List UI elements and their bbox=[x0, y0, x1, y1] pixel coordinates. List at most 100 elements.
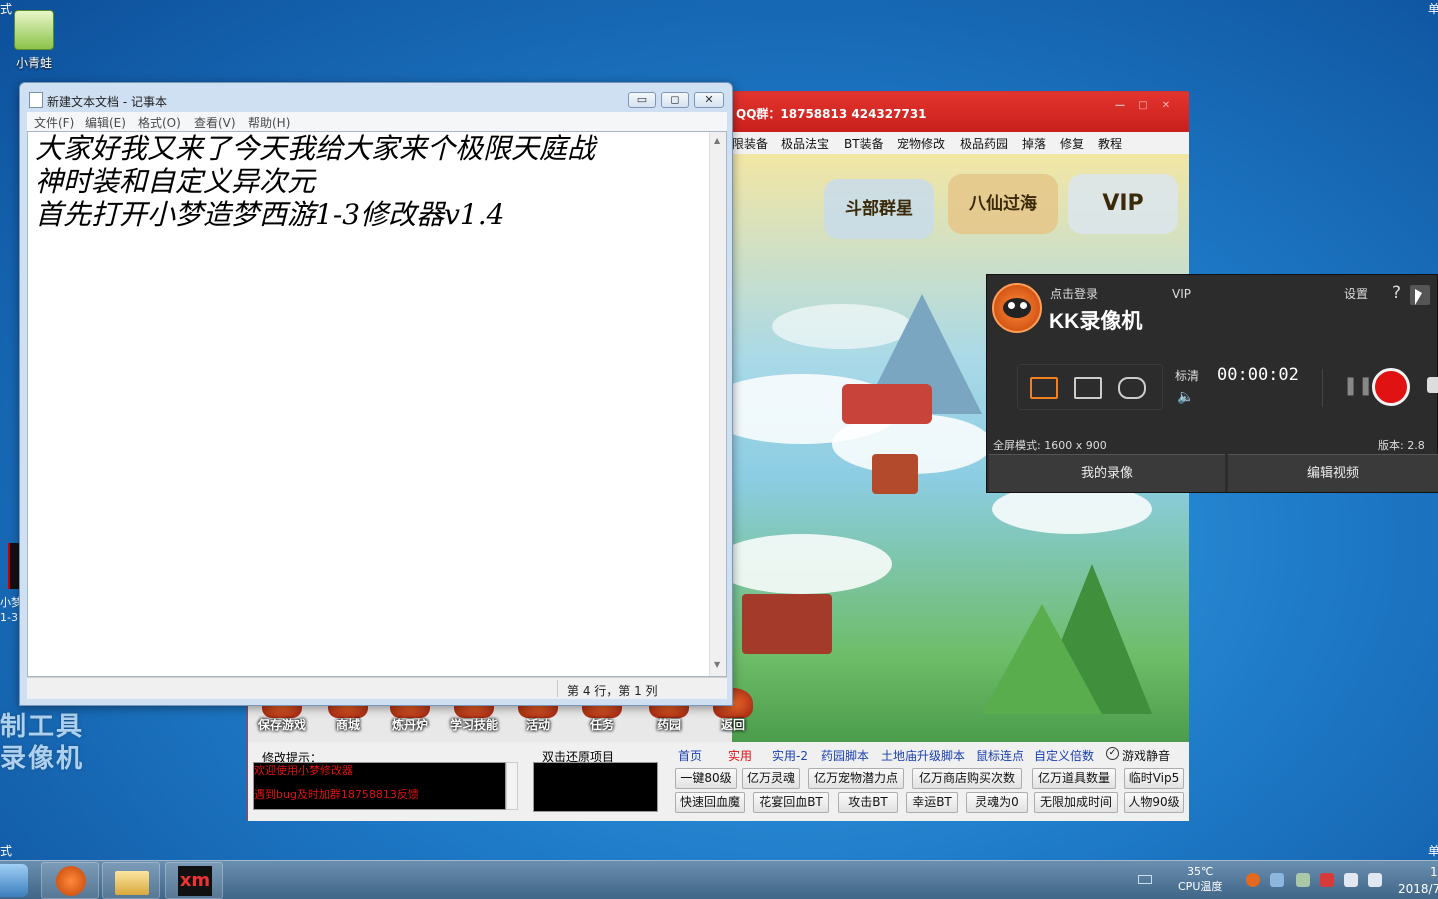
taskbar-explorer[interactable] bbox=[102, 862, 160, 899]
game-menu-item[interactable]: 限装备 bbox=[732, 135, 768, 152]
menu-format[interactable]: 格式(O) bbox=[138, 114, 181, 131]
game-minimize-button[interactable]: — bbox=[1111, 100, 1129, 112]
btn-souls[interactable]: 亿万灵魂 bbox=[742, 768, 800, 789]
btn-pet-potential[interactable]: 亿万宠物潜力点 bbox=[808, 768, 904, 789]
tip-line: 遇到bug及时加群18758813反馈 bbox=[254, 788, 419, 801]
btn-level80[interactable]: 一键80级 bbox=[675, 768, 737, 789]
btn-attack-bt[interactable]: 攻击BT bbox=[838, 792, 898, 813]
keyboard-icon[interactable] bbox=[1138, 875, 1152, 884]
btn-soul-zero[interactable]: 灵魂为0 bbox=[966, 792, 1028, 813]
notepad-window[interactable]: 新建文本文档 - 记事本 ▭ ◻ ✕ 文件(F) 编辑(E) 格式(O) 查看(… bbox=[19, 82, 733, 706]
game-close-button[interactable]: ✕ bbox=[1157, 100, 1175, 112]
btn-temp-vip[interactable]: 临时Vip5 bbox=[1124, 768, 1184, 789]
scroll-up-icon[interactable]: ▲ bbox=[714, 136, 720, 145]
region-mode-icon[interactable] bbox=[1074, 377, 1102, 399]
my-videos-button[interactable]: 我的录像 bbox=[989, 454, 1225, 492]
game-menu-item[interactable]: BT装备 bbox=[844, 135, 884, 152]
tab-practical-2[interactable]: 实用-2 bbox=[772, 747, 808, 764]
start-button[interactable] bbox=[0, 864, 28, 897]
kk-settings-link[interactable]: 设置 bbox=[1344, 285, 1368, 302]
screenshot-camera-icon[interactable] bbox=[1427, 377, 1438, 393]
art-icon-baxian[interactable]: 八仙过海 bbox=[948, 174, 1058, 234]
tab-practical[interactable]: 实用 bbox=[728, 747, 752, 764]
btn-feast-heal[interactable]: 花宴回血BT bbox=[753, 792, 829, 813]
menu-help[interactable]: 帮助(H) bbox=[248, 114, 290, 131]
kk-quality-select[interactable]: 标清 bbox=[1175, 367, 1199, 384]
kk-recorder-app-icon bbox=[56, 866, 86, 896]
game-menu-item[interactable]: 极品药园 bbox=[960, 135, 1008, 152]
tab-autoclick[interactable]: 鼠标连点 bbox=[976, 747, 1024, 764]
art-icon-vip[interactable]: VIP bbox=[1068, 174, 1178, 234]
mute-label: 游戏静音 bbox=[1122, 749, 1171, 763]
pen-tray-icon[interactable] bbox=[1270, 873, 1284, 887]
desktop-icon-label: 小青蛙 bbox=[15, 56, 52, 70]
cursor-position: 第 4 行，第 1 列 bbox=[567, 684, 658, 698]
mute-checkbox[interactable]: ✓ bbox=[1106, 747, 1119, 760]
modifier-panel: 修改提示： 欢迎使用小梦修改器 遇到bug及时加群18758813反馈 双击还原… bbox=[248, 742, 1189, 821]
btn-item-count[interactable]: 亿万道具数量 bbox=[1032, 768, 1116, 789]
game-maximize-button[interactable]: □ bbox=[1134, 100, 1152, 112]
kk-version: 版本: 2.8 bbox=[1378, 439, 1425, 452]
maximize-button[interactable]: ◻ bbox=[661, 92, 689, 108]
volume-icon[interactable]: 🔈 bbox=[1177, 389, 1194, 405]
game-menu-bar: 限装备 极品法宝 BT装备 宠物修改 极品药园 掉落 修复 教程 bbox=[732, 132, 1189, 154]
people-tray-icon[interactable] bbox=[1296, 873, 1310, 887]
network-tray-icon[interactable] bbox=[1344, 873, 1358, 887]
tab-temple-script[interactable]: 土地庙升级脚本 bbox=[881, 747, 965, 764]
kk-mode-info: 全屏模式: 1600 x 900 bbox=[993, 439, 1107, 452]
btn-infinite-bonus[interactable]: 无限加成时间 bbox=[1034, 792, 1118, 813]
tab-custom-multiplier[interactable]: 自定义倍数 bbox=[1034, 747, 1094, 764]
notepad-title: 新建文本文档 - 记事本 bbox=[47, 95, 167, 109]
game-menu-item[interactable]: 宠物修改 bbox=[897, 135, 945, 152]
kk-recorder-window[interactable]: 点击登录 VIP 设置 ? KK录像机 标清 🔈 00:00:02 ❚❚ 全屏模… bbox=[986, 274, 1438, 493]
cpu-temp-value: 35℃ bbox=[1187, 865, 1214, 878]
minimize-button[interactable]: ▭ bbox=[628, 92, 656, 108]
pause-icon[interactable]: ❚❚ bbox=[1343, 375, 1373, 396]
kk-login-link[interactable]: 点击登录 bbox=[1050, 285, 1098, 302]
game-menu-item[interactable]: 极品法宝 bbox=[781, 135, 829, 152]
game-btn-label: 活动 bbox=[525, 718, 550, 732]
kk-vip-link[interactable]: VIP bbox=[1172, 287, 1191, 301]
fullscreen-mode-icon[interactable] bbox=[1030, 377, 1058, 399]
kk-help-button[interactable]: ? bbox=[1392, 283, 1401, 303]
restore-list-box[interactable] bbox=[533, 762, 658, 812]
taskbar-kk-recorder[interactable] bbox=[41, 862, 99, 899]
notepad-content[interactable]: 大家好我又来了今天我给大家来个极限天庭战 神时装和自定义异次元 首先打开小梦造梦… bbox=[35, 132, 705, 231]
menu-edit[interactable]: 编辑(E) bbox=[85, 114, 126, 131]
corner-char-br: 单 bbox=[1428, 844, 1438, 858]
desktop-icon-frog[interactable]: 小青蛙 bbox=[2, 10, 66, 71]
game-menu-item[interactable]: 掉落 bbox=[1022, 135, 1046, 152]
kk-record-timer: 00:00:02 bbox=[1217, 365, 1299, 385]
taskbar-clock[interactable]: 1 2018/7 bbox=[1398, 864, 1438, 898]
vertical-scrollbar[interactable]: ▲ ▼ bbox=[709, 132, 726, 676]
menu-view[interactable]: 查看(V) bbox=[194, 114, 236, 131]
btn-fast-heal[interactable]: 快速回血魔 bbox=[675, 792, 745, 813]
desktop-icon-label-xm2: 1-3 bbox=[0, 611, 18, 624]
taskbar-xm-modifier[interactable]: xm bbox=[165, 862, 223, 899]
btn-shop-purchases[interactable]: 亿万商店购买次数 bbox=[912, 768, 1022, 789]
kk-brand-title: KK录像机 bbox=[1049, 310, 1143, 333]
tab-garden-script[interactable]: 药园脚本 bbox=[821, 747, 869, 764]
folder-icon bbox=[115, 871, 149, 895]
tip-scrollbar[interactable] bbox=[506, 762, 518, 810]
scroll-down-icon[interactable]: ▼ bbox=[714, 660, 720, 669]
game-mode-icon[interactable] bbox=[1118, 377, 1146, 399]
btn-luck-bt[interactable]: 幸运BT bbox=[906, 792, 958, 813]
game-title-bar[interactable]: QQ群：18758813 424327731 — □ ✕ bbox=[732, 92, 1189, 132]
art-icon-doubu[interactable]: 斗部群星 bbox=[824, 179, 934, 239]
volume-tray-icon[interactable] bbox=[1368, 873, 1382, 887]
game-btn-label: 学习技能 bbox=[449, 718, 498, 732]
kk-raccoon-logo-icon bbox=[992, 283, 1042, 333]
btn-char-level90[interactable]: 人物90级 bbox=[1124, 792, 1184, 813]
game-menu-item[interactable]: 教程 bbox=[1098, 135, 1122, 152]
kk-tray-icon[interactable] bbox=[1246, 873, 1260, 887]
close-button[interactable]: ✕ bbox=[694, 92, 724, 108]
menu-file[interactable]: 文件(F) bbox=[34, 114, 74, 131]
record-button[interactable] bbox=[1372, 368, 1410, 406]
taskbar: xm 35℃ CPU温度 1 2018/7 bbox=[0, 860, 1438, 899]
antivirus-tray-icon[interactable] bbox=[1320, 873, 1334, 887]
game-menu-item[interactable]: 修复 bbox=[1060, 135, 1084, 152]
notepad-text-area[interactable]: 大家好我又来了今天我给大家来个极限天庭战 神时装和自定义异次元 首先打开小梦造梦… bbox=[27, 131, 727, 677]
tab-home[interactable]: 首页 bbox=[678, 747, 702, 764]
edit-video-button[interactable]: 编辑视频 bbox=[1228, 454, 1438, 492]
